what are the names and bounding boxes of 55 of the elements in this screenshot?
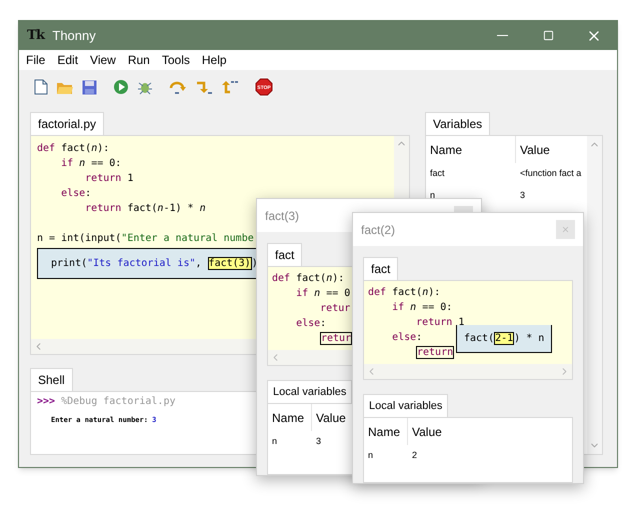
step-over-icon[interactable] [169, 79, 187, 95]
close-icon [561, 225, 570, 234]
close-button[interactable] [556, 220, 575, 239]
editor-tab[interactable]: fact [363, 257, 398, 280]
table-cell-text: 2 [411, 449, 418, 462]
table-cell-text: 3 [519, 189, 526, 202]
code-line: def fact(n): [272, 272, 344, 286]
table-cell-text: <function fact a [519, 167, 582, 180]
floppy-icon[interactable] [82, 80, 97, 94]
locals-tab[interactable]: Local variables [363, 394, 448, 417]
table-cell-text: n [271, 435, 278, 448]
window-title: Thonny [52, 26, 96, 45]
code-line: n = int(input("Enter a natural numbe [37, 232, 254, 246]
column-header[interactable]: Value [516, 136, 554, 163]
run-icon[interactable] [113, 79, 129, 95]
minimize-icon [496, 35, 508, 36]
table-cell-text: 3 [315, 435, 322, 448]
editor-tab[interactable]: factorial.py [30, 112, 104, 135]
step-out-icon[interactable] [221, 79, 239, 95]
window-title: fact(3) [265, 208, 300, 224]
column-header[interactable]: Name [268, 404, 312, 431]
code-line: retur [319, 302, 350, 316]
code-line: else: [295, 317, 326, 331]
window-title: fact(2) [361, 222, 396, 238]
maximize-icon [542, 30, 554, 41]
step-into-icon[interactable] [195, 79, 213, 95]
column-header[interactable]: Name [426, 136, 516, 163]
table-cell-text: n [429, 189, 436, 202]
new-file-icon[interactable] [34, 79, 48, 95]
code-line: else: [60, 187, 92, 201]
value-tooltip: fact(2-1) * n [456, 325, 552, 353]
shell-tab[interactable]: Shell [30, 368, 73, 391]
variables-tab[interactable]: Variables [425, 112, 490, 135]
menu-item[interactable]: View [84, 51, 122, 69]
menu-item[interactable]: Edit [51, 51, 84, 69]
code-line: if n == 0: [60, 157, 122, 171]
column-header[interactable]: Value [408, 418, 446, 445]
menu-item[interactable]: File [20, 51, 52, 69]
scrollbar[interactable] [364, 364, 572, 379]
code-line: def fact(n): [37, 142, 110, 156]
code-line: return fact(n-1) * n [84, 202, 206, 216]
locals-tab[interactable]: Local variables [267, 380, 352, 403]
shell-command: >>> %Debug factorial.py [37, 395, 176, 409]
menu-item[interactable]: Run [122, 51, 156, 69]
editor-tab[interactable]: fact [267, 243, 302, 266]
column-header[interactable]: Name [364, 418, 408, 445]
code-line: if n == 0 [295, 287, 350, 301]
scrollbar[interactable] [587, 136, 602, 454]
code-line: return 1 [84, 172, 134, 186]
menu-item[interactable]: Help [196, 51, 233, 69]
column-header[interactable]: Value [312, 404, 350, 431]
menu-item[interactable]: Tools [156, 51, 196, 69]
app-logo: Tk [27, 26, 44, 45]
table-cell-text: fact [429, 167, 446, 180]
code-editor[interactable]: def fact(n): if n == 0: return 1 else: return fact(2-1) * n [363, 280, 573, 380]
